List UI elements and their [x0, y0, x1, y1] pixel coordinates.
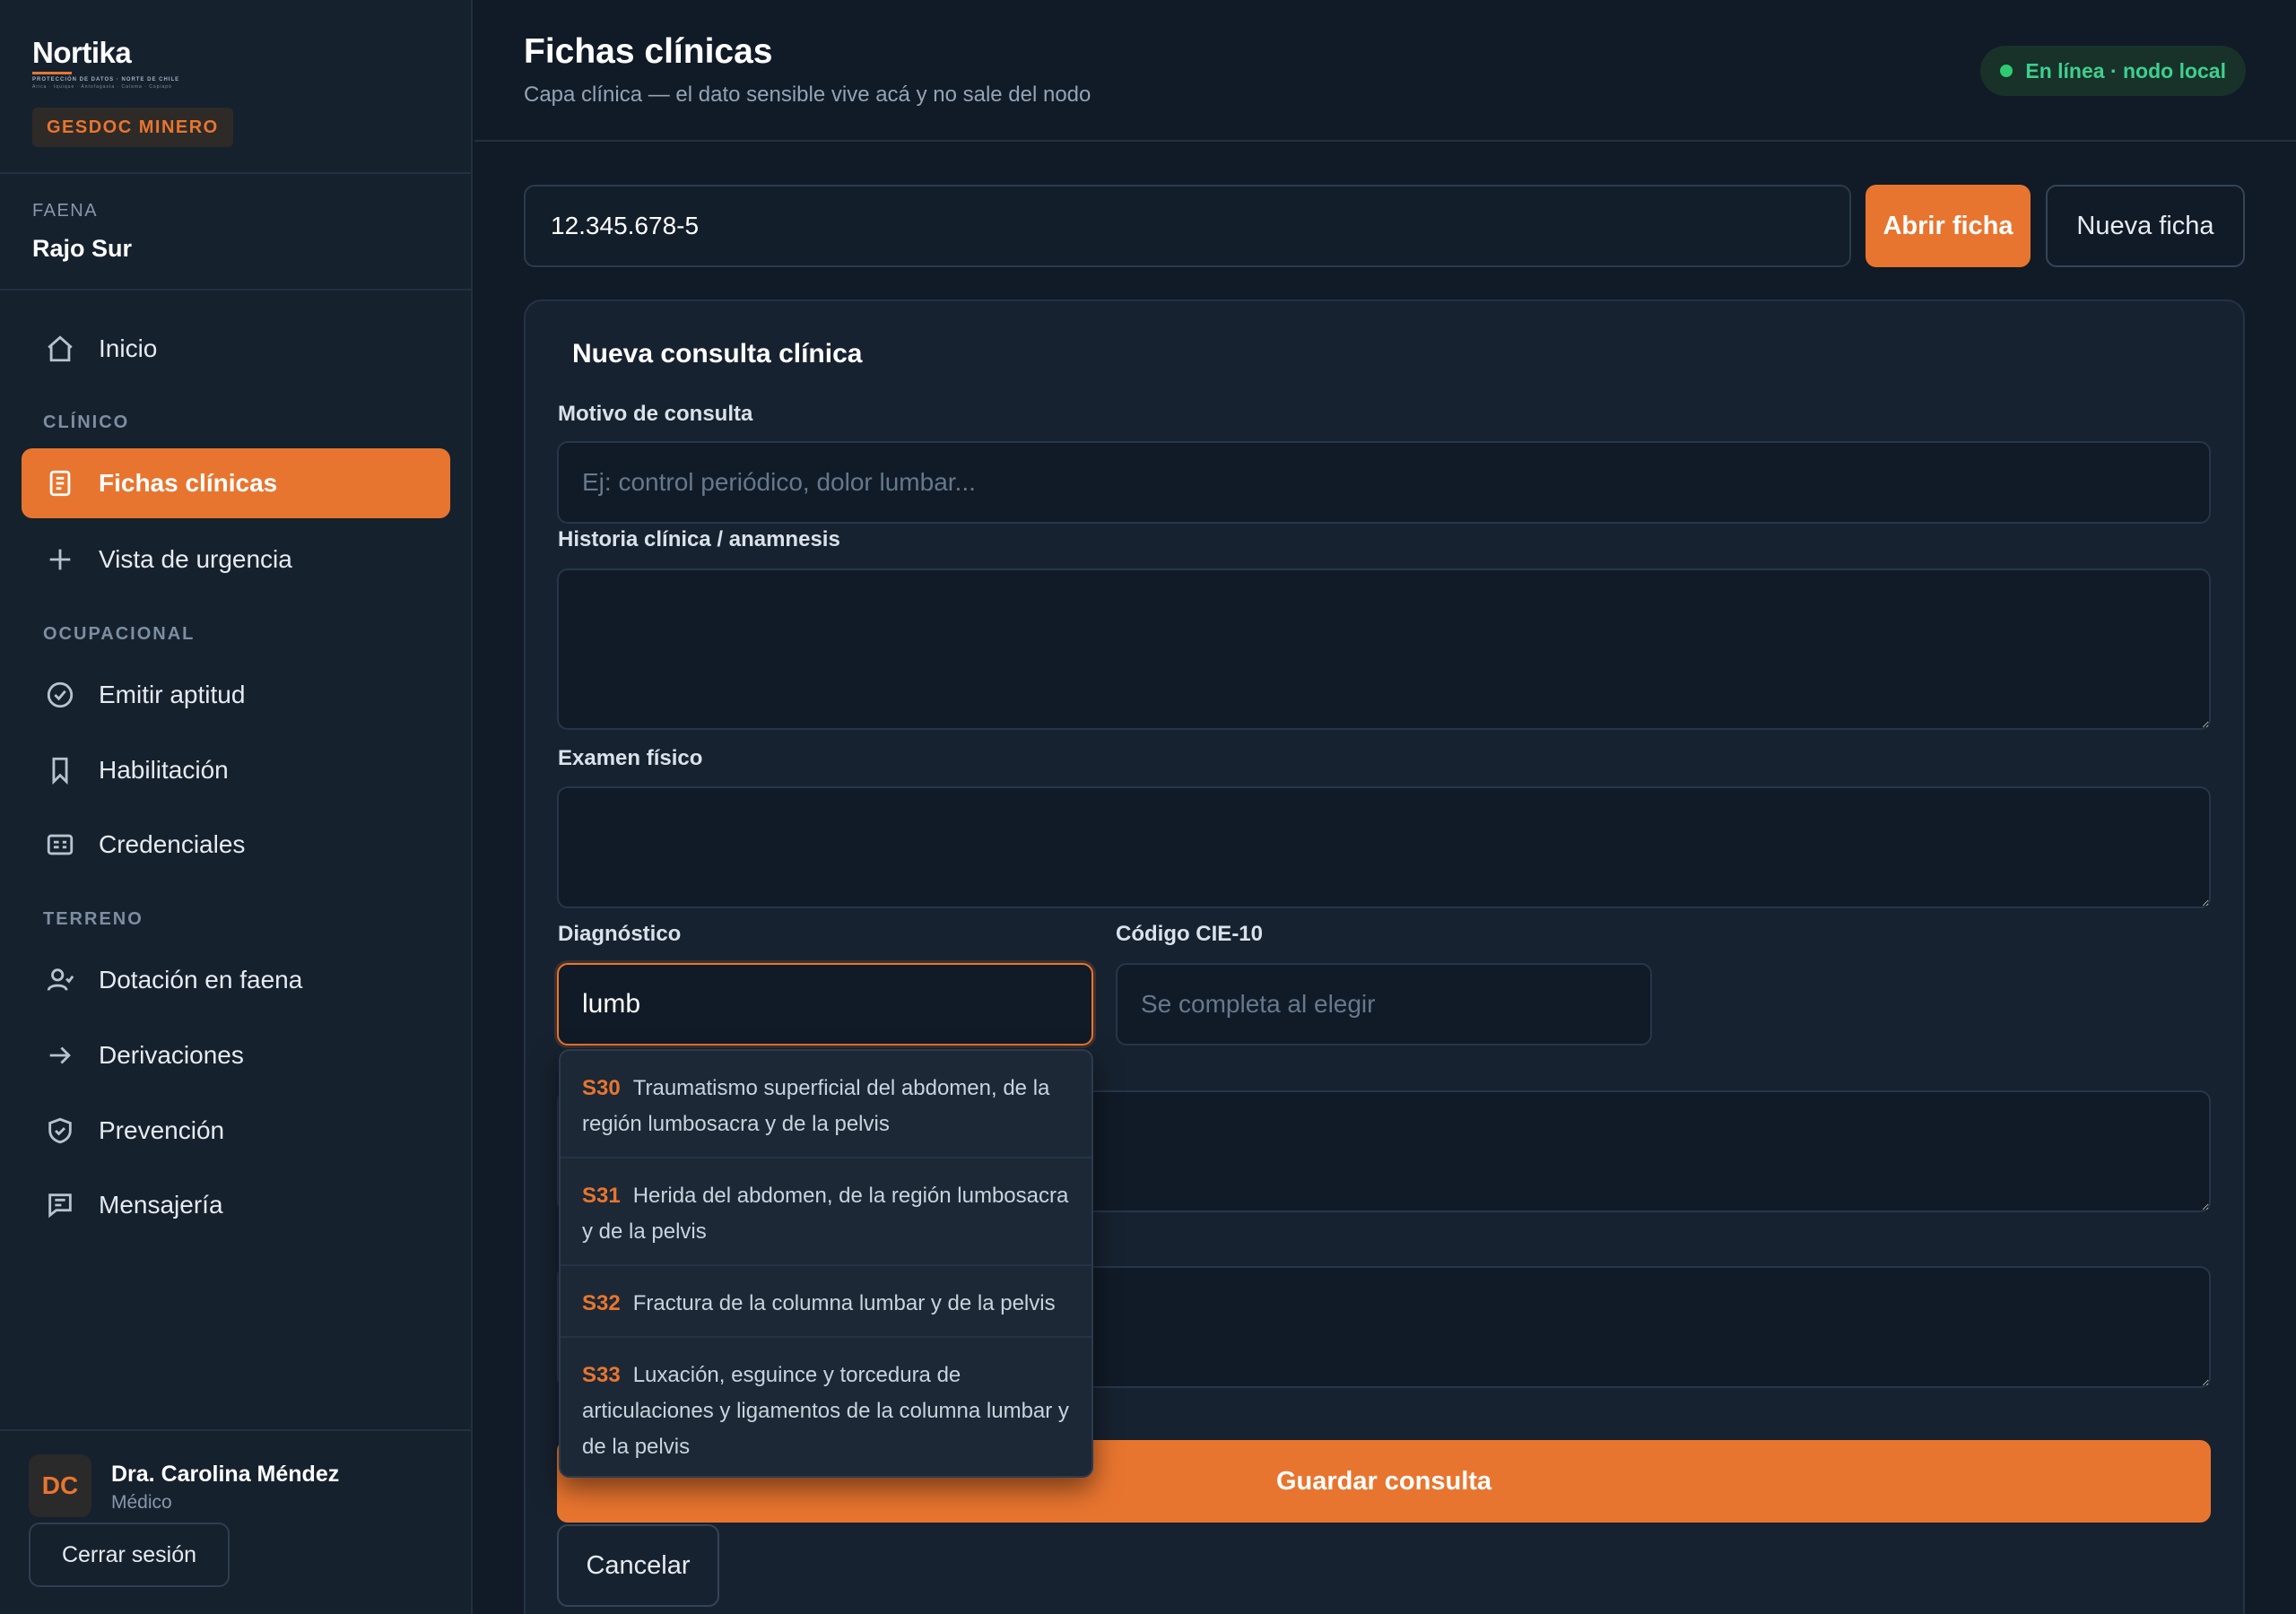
sidebar-item-fichas[interactable]: Fichas clínicas	[22, 448, 450, 518]
status-badge: En línea · nodo local	[1980, 46, 2246, 96]
suggestion-text: Fractura de la columna lumbar y de la pe…	[632, 1291, 1056, 1315]
suggestion-code: S32	[582, 1291, 621, 1315]
sidebar-item-inicio[interactable]: Inicio	[22, 314, 450, 384]
brand-underline	[32, 72, 72, 74]
brand-tagline: PROTECCIÓN DE DATOS · NORTE DE CHILE	[32, 77, 180, 82]
new-record-button[interactable]: Nueva ficha	[2046, 185, 2245, 267]
user-role: Médico	[111, 1492, 172, 1513]
brand-logo: Nortika PROTECCIÓN DE DATOS · NORTE DE C…	[32, 36, 179, 90]
rut-search-input[interactable]	[524, 185, 1851, 267]
suggestion-item[interactable]: S33 Luxación, esguince y torcedura de art…	[561, 1338, 1091, 1476]
section-label-clinico: CLÍNICO	[43, 412, 130, 432]
status-text: En línea · nodo local	[2025, 58, 2226, 82]
suggestion-code: S30	[582, 1076, 621, 1100]
brand-name: Nortika	[32, 36, 132, 69]
sidebar-item-label: Vista de urgencia	[99, 545, 292, 573]
sidebar-item-habilitacion[interactable]: Habilitación	[22, 735, 450, 805]
sidebar-divider	[0, 172, 473, 174]
sidebar-item-urgencia[interactable]: Vista de urgencia	[22, 525, 450, 594]
section-label-terreno: TERRENO	[43, 909, 144, 929]
diagnosis-suggestions-dropdown: S30 Traumatismo superficial del abdomen, …	[559, 1049, 1093, 1478]
card-title: Nueva consulta clínica	[572, 339, 863, 369]
status-dot-icon	[2000, 65, 2013, 77]
sidebar-item-mensajeria[interactable]: Mensajería	[22, 1170, 450, 1240]
open-record-button[interactable]: Abrir ficha	[1866, 185, 2031, 267]
cie-code-input[interactable]	[1116, 963, 1652, 1046]
sidebar-item-label: Mensajería	[99, 1191, 223, 1219]
suggestion-code: S33	[582, 1363, 621, 1387]
logout-button[interactable]: Cerrar sesión	[29, 1523, 230, 1587]
sidebar: Nortika PROTECCIÓN DE DATOS · NORTE DE C…	[0, 0, 473, 1614]
plus-icon	[45, 544, 75, 575]
faena-label: FAENA	[32, 201, 99, 221]
suggestion-item[interactable]: S30 Traumatismo superficial del abdomen, …	[561, 1051, 1091, 1158]
cie-label: Código CIE-10	[1116, 922, 1264, 946]
sidebar-item-label: Dotación en faena	[99, 966, 303, 994]
motivo-input[interactable]	[557, 441, 2211, 524]
sidebar-item-label: Fichas clínicas	[99, 469, 278, 497]
home-icon	[45, 334, 75, 364]
suggestion-item[interactable]: S31 Herida del abdomen, de la región lumb…	[561, 1158, 1091, 1266]
avatar: DC	[29, 1454, 91, 1517]
sidebar-item-credenciales[interactable]: Credenciales	[22, 810, 450, 880]
sidebar-divider	[0, 289, 473, 291]
faena-value[interactable]: Rajo Sur	[32, 235, 132, 263]
diagnostico-input[interactable]	[557, 963, 1093, 1046]
user-name: Dra. Carolina Méndez	[111, 1462, 340, 1487]
suggestion-item[interactable]: S32 Fractura de la columna lumbar y de la…	[561, 1266, 1091, 1338]
shield-check-icon	[45, 1115, 75, 1146]
historia-textarea[interactable]	[557, 568, 2211, 730]
sidebar-item-aptitud[interactable]: Emitir aptitud	[22, 660, 450, 730]
sidebar-item-label: Derivaciones	[99, 1041, 244, 1069]
sidebar-item-label: Credenciales	[99, 830, 246, 858]
motivo-label: Motivo de consulta	[558, 402, 753, 426]
arrow-right-icon	[45, 1040, 75, 1071]
document-icon	[45, 468, 75, 499]
message-icon	[45, 1190, 75, 1220]
historia-label: Historia clínica / anamnesis	[558, 527, 840, 551]
product-badge: GESDOC MINERO	[32, 108, 233, 147]
page-title: Fichas clínicas	[524, 32, 773, 71]
sidebar-item-dotacion[interactable]: Dotación en faena	[22, 945, 450, 1015]
sidebar-item-label: Emitir aptitud	[99, 681, 246, 708]
sidebar-divider	[0, 1429, 473, 1431]
check-circle-icon	[45, 680, 75, 710]
suggestion-text: Luxación, esguince y torcedura de articu…	[582, 1363, 1069, 1459]
examen-label: Examen físico	[558, 746, 703, 770]
page-header: Fichas clínicas Capa clínica — el dato s…	[474, 0, 2296, 142]
user-check-icon	[45, 965, 75, 995]
sidebar-item-prevencion[interactable]: Prevención	[22, 1096, 450, 1166]
sidebar-item-label: Habilitación	[99, 756, 229, 784]
sidebar-item-label: Inicio	[99, 334, 158, 362]
suggestion-code: S31	[582, 1184, 621, 1208]
diagnostico-label: Diagnóstico	[558, 922, 682, 946]
section-label-ocupacional: OCUPACIONAL	[43, 624, 196, 644]
suggestion-text: Herida del abdomen, de la región lumbosa…	[582, 1184, 1069, 1244]
sidebar-item-derivaciones[interactable]: Derivaciones	[22, 1020, 450, 1090]
examen-textarea[interactable]	[557, 786, 2211, 908]
page-subtitle: Capa clínica — el dato sensible vive acá…	[524, 82, 1091, 107]
suggestion-text: Traumatismo superficial del abdomen, de …	[582, 1076, 1050, 1136]
sidebar-item-label: Prevención	[99, 1116, 225, 1144]
id-card-icon	[45, 829, 75, 860]
bookmark-icon	[45, 755, 75, 785]
cancel-button[interactable]: Cancelar	[557, 1524, 719, 1607]
brand-regions: Arica · Iquique · Antofagasta · Calama ·…	[32, 84, 172, 90]
